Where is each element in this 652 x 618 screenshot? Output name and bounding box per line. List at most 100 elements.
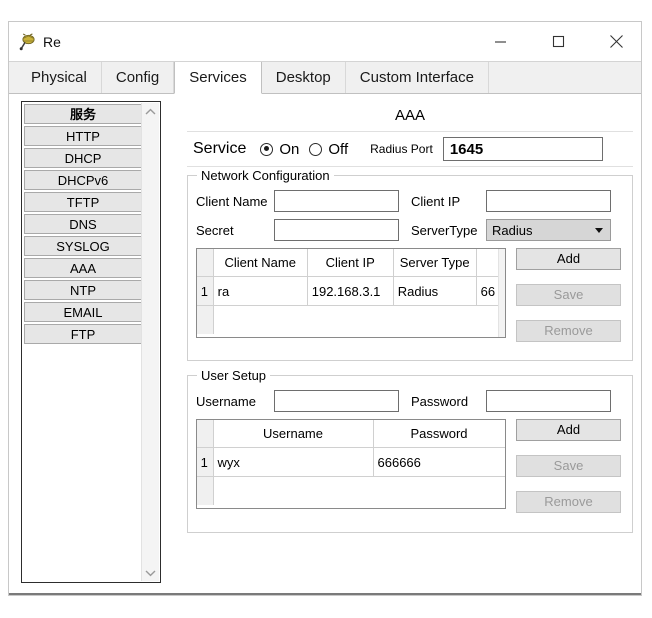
sidebar-item-label: HTTP	[66, 129, 100, 144]
row-index-empty	[197, 305, 214, 334]
sidebar-item-label: EMAIL	[63, 305, 103, 320]
tab-custom-interface[interactable]: Custom Interface	[345, 62, 489, 93]
network-configuration-legend: Network Configuration	[197, 168, 334, 183]
sidebar-item-email[interactable]: EMAIL	[24, 302, 142, 322]
service-on-label: On	[279, 140, 300, 158]
network-buttons: Add Save Remove	[516, 248, 621, 356]
sidebar-item-ftp[interactable]: FTP	[24, 324, 142, 344]
client-name-input[interactable]	[274, 190, 399, 212]
sidebar-item-dhcp[interactable]: DHCP	[24, 148, 142, 168]
sidebar-item-tftp[interactable]: TFTP	[24, 192, 142, 212]
radius-port-input[interactable]	[442, 137, 603, 161]
router-icon	[19, 33, 37, 51]
cell-empty	[393, 305, 477, 334]
network-save-button[interactable]: Save	[516, 284, 621, 306]
sidebar-item-label: SYSLOG	[56, 239, 110, 254]
service-radio-off[interactable]: Off	[309, 141, 348, 158]
secret-label: Secret	[196, 222, 234, 238]
radius-port-label: Radius Port	[370, 142, 433, 156]
sidebar-item-label: FTP	[70, 327, 96, 342]
secret-input[interactable]	[274, 219, 399, 241]
username-row: Username Password	[196, 390, 624, 412]
network-clients-table[interactable]: Client Name Client IP Server Type 1 ra 1…	[196, 248, 506, 338]
chevron-up-icon[interactable]	[142, 103, 159, 120]
col-password: Password	[373, 420, 505, 448]
sidebar-item-label: TFTP	[66, 195, 100, 210]
password-input[interactable]	[486, 390, 611, 412]
window-title: Re	[43, 34, 61, 50]
server-type-label: ServerType	[411, 222, 478, 238]
col-server-type: Server Type	[393, 249, 477, 277]
secret-row: Secret ServerType Radius	[196, 219, 624, 241]
chevron-down-icon	[595, 228, 603, 233]
cell-empty	[307, 305, 394, 334]
content-area: 服务 HTTP DHCP DHCPv6 TFTP DNS SYSLOG AAA …	[9, 94, 641, 595]
row-index-empty	[197, 476, 214, 505]
window-bottom-border	[9, 593, 641, 595]
server-type-value: Radius	[492, 222, 533, 238]
client-ip-input[interactable]	[486, 190, 611, 212]
user-setup-group: User Setup Username Password Username Pa…	[187, 368, 633, 533]
username-input[interactable]	[274, 390, 399, 412]
user-add-button[interactable]: Add	[516, 419, 621, 441]
row-index: 1	[197, 276, 214, 306]
tab-physical-label: Physical	[31, 69, 87, 86]
cell-empty	[373, 476, 505, 505]
close-button[interactable]	[593, 22, 639, 61]
sidebar-item-http[interactable]: HTTP	[24, 126, 142, 146]
user-save-button[interactable]: Save	[516, 455, 621, 477]
cell-client-ip: 192.168.3.1	[307, 276, 394, 306]
cell-username: wyx	[213, 447, 374, 477]
service-row: Service On Off Radius Port	[187, 132, 633, 166]
sidebar-item-label: NTP	[70, 283, 96, 298]
minimize-button[interactable]	[477, 22, 523, 61]
cell-server-type: Radius	[393, 276, 477, 306]
tab-custom-interface-label: Custom Interface	[359, 69, 474, 86]
user-remove-button[interactable]: Remove	[516, 491, 621, 513]
col-username: Username	[213, 420, 374, 448]
sidebar-item-dhcpv6[interactable]: DHCPv6	[24, 170, 142, 190]
tab-bar: Physical Config Services Desktop Custom …	[9, 62, 641, 94]
table-header-row: Client Name Client IP Server Type	[197, 249, 505, 277]
sidebar-header-label: 服务	[69, 107, 96, 122]
client-name-row: Client Name Client IP	[196, 190, 624, 212]
cell-client-name: ra	[213, 276, 308, 306]
network-table-scrollbar[interactable]	[498, 249, 505, 337]
client-name-label: Client Name	[196, 193, 268, 209]
table-header-row: Username Password	[197, 420, 505, 448]
user-buttons: Add Save Remove	[516, 419, 621, 527]
sidebar-item-dns[interactable]: DNS	[24, 214, 142, 234]
chevron-down-icon[interactable]	[142, 564, 159, 581]
sidebar-item-label: DHCPv6	[57, 173, 109, 188]
table-row[interactable]: 1 wyx 666666	[197, 447, 505, 477]
service-label: Service	[193, 140, 247, 157]
tab-desktop[interactable]: Desktop	[261, 62, 346, 93]
maximize-button[interactable]	[535, 22, 581, 61]
device-config-window: Re Physical Config Services Desktop Cust…	[8, 21, 642, 596]
radio-on-indicator	[260, 142, 274, 156]
user-table-area: Username Password 1 wyx 666666 Add Save …	[196, 419, 624, 527]
sidebar-item-aaa[interactable]: AAA	[24, 258, 142, 278]
col-index	[197, 249, 214, 277]
aaa-panel: AAA Service On Off Radius Port Netw	[187, 101, 633, 583]
client-ip-label: Client IP	[411, 193, 461, 209]
sidebar-item-ntp[interactable]: NTP	[24, 280, 142, 300]
network-remove-button[interactable]: Remove	[516, 320, 621, 342]
server-type-select[interactable]: Radius	[486, 219, 611, 241]
sidebar-scrollbar[interactable]	[141, 103, 159, 581]
user-accounts-table[interactable]: Username Password 1 wyx 666666	[196, 419, 506, 509]
service-off-label: Off	[328, 140, 349, 158]
network-configuration-group: Network Configuration Client Name Client…	[187, 168, 633, 361]
tab-services[interactable]: Services	[174, 62, 262, 94]
cell-empty	[213, 476, 373, 505]
tab-config[interactable]: Config	[101, 62, 175, 93]
user-setup-legend: User Setup	[197, 368, 271, 383]
sidebar-item-syslog[interactable]: SYSLOG	[24, 236, 142, 256]
network-add-button[interactable]: Add	[516, 248, 621, 270]
col-index	[197, 420, 214, 448]
tab-desktop-label: Desktop	[275, 69, 331, 86]
table-row[interactable]: 1 ra 192.168.3.1 Radius 66	[197, 276, 505, 306]
radio-off-indicator	[309, 142, 323, 156]
service-radio-on[interactable]: On	[260, 141, 299, 158]
tab-physical[interactable]: Physical	[17, 62, 102, 93]
